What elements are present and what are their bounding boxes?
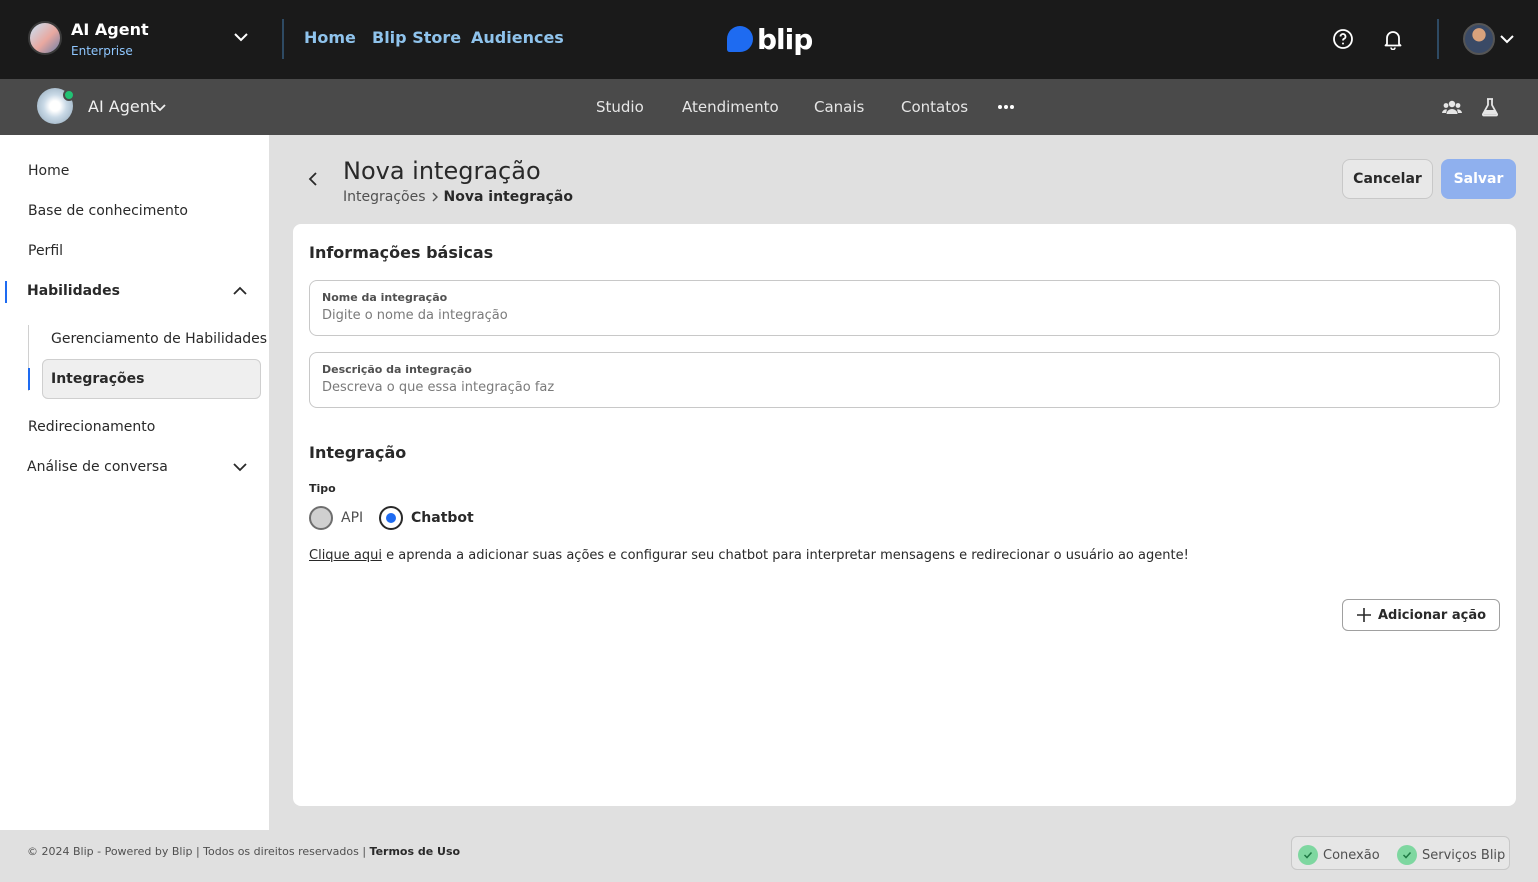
- chevron-down-icon[interactable]: [1498, 30, 1516, 48]
- status-conexao-label: Conexão: [1323, 847, 1380, 863]
- add-action-label: Adicionar ação: [1377, 607, 1487, 623]
- sidebar-item-redirecionamento[interactable]: Redirecionamento: [28, 419, 155, 435]
- help-icon[interactable]: [1332, 28, 1354, 50]
- org-subtitle: Enterprise: [71, 44, 133, 58]
- chevron-down-icon[interactable]: [232, 28, 250, 46]
- sidebar-item-gerenciamento-de-habilidades[interactable]: Gerenciamento de Habilidades: [51, 331, 267, 347]
- breadcrumb-current: Nova integração: [443, 189, 573, 205]
- team-icon[interactable]: [1441, 96, 1463, 118]
- sidebar-item-integracoes-label[interactable]: Integrações: [51, 371, 144, 387]
- sidebar: Home Base de conhecimento Perfil Habilid…: [0, 135, 269, 830]
- sidebar-item-perfil[interactable]: Perfil: [28, 243, 63, 259]
- topnav-audiences[interactable]: Audiences: [471, 28, 564, 47]
- tab-canais[interactable]: Canais: [814, 98, 864, 116]
- description-field[interactable]: Descrição da integração: [309, 352, 1500, 408]
- chevron-up-icon[interactable]: [232, 283, 248, 299]
- sidebar-item-base-de-conhecimento[interactable]: Base de conhecimento: [28, 203, 188, 219]
- cancel-button[interactable]: Cancelar: [1342, 159, 1433, 199]
- more-horizontal-icon[interactable]: [996, 97, 1016, 117]
- active-section-indicator: [5, 281, 7, 303]
- check-icon: [1298, 845, 1318, 865]
- status-servicos-blip[interactable]: Serviços Blip: [1397, 845, 1505, 865]
- description-field-label: Descrição da integração: [322, 363, 472, 376]
- name-field-label: Nome da integração: [322, 291, 448, 304]
- status-servicos-blip-label: Serviços Blip: [1422, 847, 1506, 863]
- blip-logo-bubble-icon: [727, 26, 753, 52]
- bot-name[interactable]: AI Agent: [88, 97, 156, 116]
- name-input[interactable]: [322, 308, 1482, 323]
- status-conexao[interactable]: Conexão: [1298, 845, 1380, 865]
- integration-form-card: Informações básicas Nome da integração D…: [293, 224, 1516, 806]
- page-title: Nova integração: [343, 157, 541, 185]
- tab-atendimento[interactable]: Atendimento: [682, 98, 779, 116]
- active-item-indicator: [28, 368, 30, 390]
- chevron-down-icon[interactable]: [232, 459, 248, 475]
- breadcrumb-integracoes[interactable]: Integrações: [343, 189, 426, 205]
- bot-nav-bar: AI Agent Studio Atendimento Canais Conta…: [0, 79, 1538, 135]
- org-avatar[interactable]: [28, 21, 62, 55]
- save-button[interactable]: Salvar: [1441, 159, 1516, 199]
- terms-link[interactable]: Termos de Uso: [370, 845, 461, 858]
- sidebar-item-habilidades[interactable]: Habilidades: [27, 283, 120, 299]
- check-icon: [1397, 845, 1417, 865]
- user-avatar[interactable]: [1463, 23, 1495, 55]
- back-arrow-icon[interactable]: [305, 170, 323, 188]
- plus-icon: [1356, 608, 1371, 622]
- description-input[interactable]: [322, 380, 1482, 395]
- help-text: Clique aqui e aprenda a adicionar suas a…: [309, 548, 1189, 563]
- divider: [1437, 19, 1439, 59]
- name-field[interactable]: Nome da integração: [309, 280, 1500, 336]
- top-bar: AI Agent Enterprise Home Blip Store Audi…: [0, 0, 1538, 79]
- breadcrumb: Integrações Nova integração: [343, 189, 573, 205]
- tab-contatos[interactable]: Contatos: [901, 98, 968, 116]
- service-status: Conexão Serviços Blip: [1291, 836, 1510, 870]
- type-label: Tipo: [309, 482, 336, 495]
- radio-chatbot-label[interactable]: Chatbot: [411, 510, 474, 526]
- add-action-button[interactable]: Adicionar ação: [1342, 599, 1500, 631]
- radio-api[interactable]: [309, 506, 333, 530]
- footer-copyright: © 2024 Blip - Powered by Blip | Todos os…: [27, 845, 460, 858]
- divider: [282, 19, 284, 59]
- chevron-down-icon[interactable]: [153, 100, 167, 114]
- footer: © 2024 Blip - Powered by Blip | Todos os…: [0, 830, 1538, 882]
- help-description: e aprenda a adicionar suas ações e confi…: [382, 548, 1189, 563]
- lab-flask-icon[interactable]: [1479, 96, 1501, 118]
- topnav-home[interactable]: Home: [304, 28, 356, 47]
- tab-studio[interactable]: Studio: [596, 98, 644, 116]
- radio-chatbot[interactable]: [379, 506, 403, 530]
- online-status-dot: [63, 89, 75, 101]
- section-title-basic-info: Informações básicas: [309, 243, 494, 262]
- help-link[interactable]: Clique aqui: [309, 548, 382, 563]
- blip-logo[interactable]: blip: [727, 22, 813, 56]
- blip-logo-text: blip: [757, 22, 813, 56]
- chevron-right-icon: [432, 192, 438, 202]
- sidebar-item-analise-de-conversa[interactable]: Análise de conversa: [27, 459, 168, 475]
- radio-api-label[interactable]: API: [341, 510, 363, 526]
- section-title-integracao: Integração: [309, 443, 407, 462]
- copyright-text: © 2024 Blip - Powered by Blip | Todos os…: [27, 845, 370, 858]
- topnav-blip-store[interactable]: Blip Store: [372, 28, 461, 47]
- org-title[interactable]: AI Agent: [71, 20, 149, 39]
- sidebar-item-home[interactable]: Home: [28, 163, 69, 179]
- bell-icon[interactable]: [1382, 28, 1404, 50]
